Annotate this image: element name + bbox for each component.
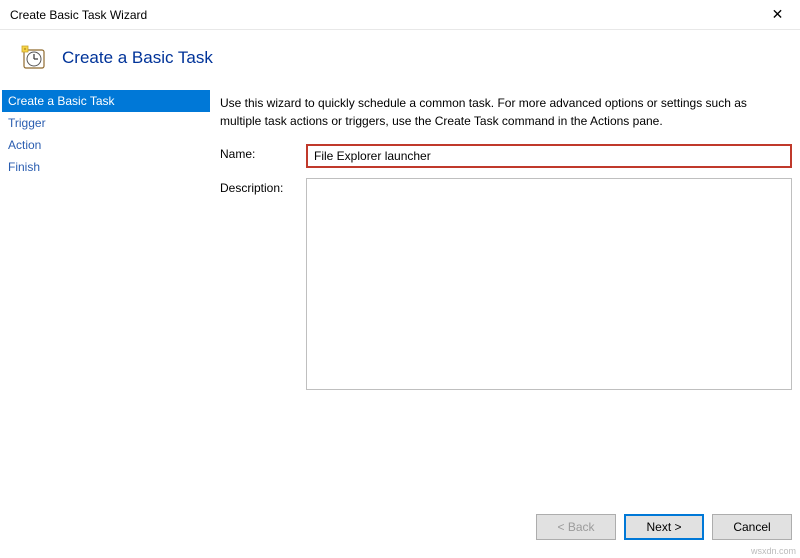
close-icon: ✕ <box>772 6 784 23</box>
cancel-button[interactable]: Cancel <box>712 514 792 540</box>
description-label: Description: <box>220 178 306 195</box>
page-title: Create a Basic Task <box>62 48 213 68</box>
wizard-main: Use this wizard to quickly schedule a co… <box>210 90 800 400</box>
description-input[interactable] <box>306 178 792 390</box>
sidebar-item-label: Trigger <box>8 116 46 130</box>
titlebar: Create Basic Task Wizard ✕ <box>0 0 800 30</box>
sidebar-item-trigger[interactable]: Trigger <box>2 112 210 134</box>
sidebar-item-label: Action <box>8 138 41 152</box>
sidebar-item-create-basic-task[interactable]: Create a Basic Task <box>2 90 210 112</box>
intro-text: Use this wizard to quickly schedule a co… <box>220 94 796 130</box>
sidebar-item-label: Finish <box>8 160 40 174</box>
wizard-header: Create a Basic Task <box>0 30 800 90</box>
sidebar-item-action[interactable]: Action <box>2 134 210 156</box>
name-label: Name: <box>220 144 306 161</box>
wizard-sidebar: Create a Basic Task Trigger Action Finis… <box>2 90 210 400</box>
scheduled-task-icon <box>20 44 48 72</box>
watermark: wsxdn.com <box>751 546 796 556</box>
wizard-footer: < Back Next > Cancel <box>536 514 792 540</box>
close-button[interactable]: ✕ <box>755 0 800 30</box>
window-title: Create Basic Task Wizard <box>10 8 147 22</box>
sidebar-item-label: Create a Basic Task <box>8 94 115 108</box>
name-input[interactable] <box>306 144 792 168</box>
back-button[interactable]: < Back <box>536 514 616 540</box>
next-button[interactable]: Next > <box>624 514 704 540</box>
sidebar-item-finish[interactable]: Finish <box>2 156 210 178</box>
